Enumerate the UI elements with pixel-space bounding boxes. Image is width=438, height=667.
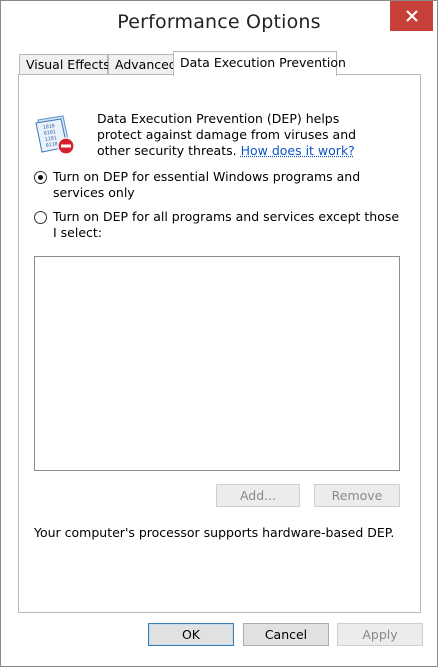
performance-options-dialog: Performance Options Visual Effects Advan… — [0, 0, 438, 667]
add-button[interactable]: Add... — [216, 484, 300, 507]
close-x-icon — [405, 10, 418, 22]
radio-all-programs-button[interactable] — [34, 211, 47, 224]
cancel-button[interactable]: Cancel — [243, 623, 329, 646]
radio-essential-option[interactable]: Turn on DEP for essential Windows progra… — [34, 169, 405, 203]
tab-data-execution-prevention[interactable]: Data Execution Prevention — [173, 51, 346, 76]
dep-shield-icon: 1010 0101 1101 0110 — [33, 114, 77, 156]
radio-all-programs-label[interactable]: Turn on DEP for all programs and service… — [53, 209, 405, 241]
tab-advanced[interactable]: Advanced — [108, 54, 177, 74]
window-title: Performance Options — [117, 11, 321, 33]
radio-essential-button[interactable] — [34, 171, 47, 184]
ok-button[interactable]: OK — [148, 623, 234, 646]
hardware-dep-status: Your computer's processor supports hardw… — [34, 525, 395, 540]
how-does-it-work-link[interactable]: How does it work? — [241, 143, 355, 158]
radio-all-programs-option[interactable]: Turn on DEP for all programs and service… — [34, 209, 405, 243]
radio-essential-label[interactable]: Turn on DEP for essential Windows progra… — [53, 169, 405, 201]
tab-visual-effects[interactable]: Visual Effects — [19, 54, 110, 74]
title-bar: Performance Options — [1, 1, 437, 45]
dep-description: Data Execution Prevention (DEP) helps pr… — [97, 111, 387, 159]
close-button[interactable] — [390, 1, 433, 31]
exception-list[interactable] — [34, 256, 400, 471]
remove-button[interactable]: Remove — [314, 484, 400, 507]
apply-button[interactable]: Apply — [337, 623, 423, 646]
